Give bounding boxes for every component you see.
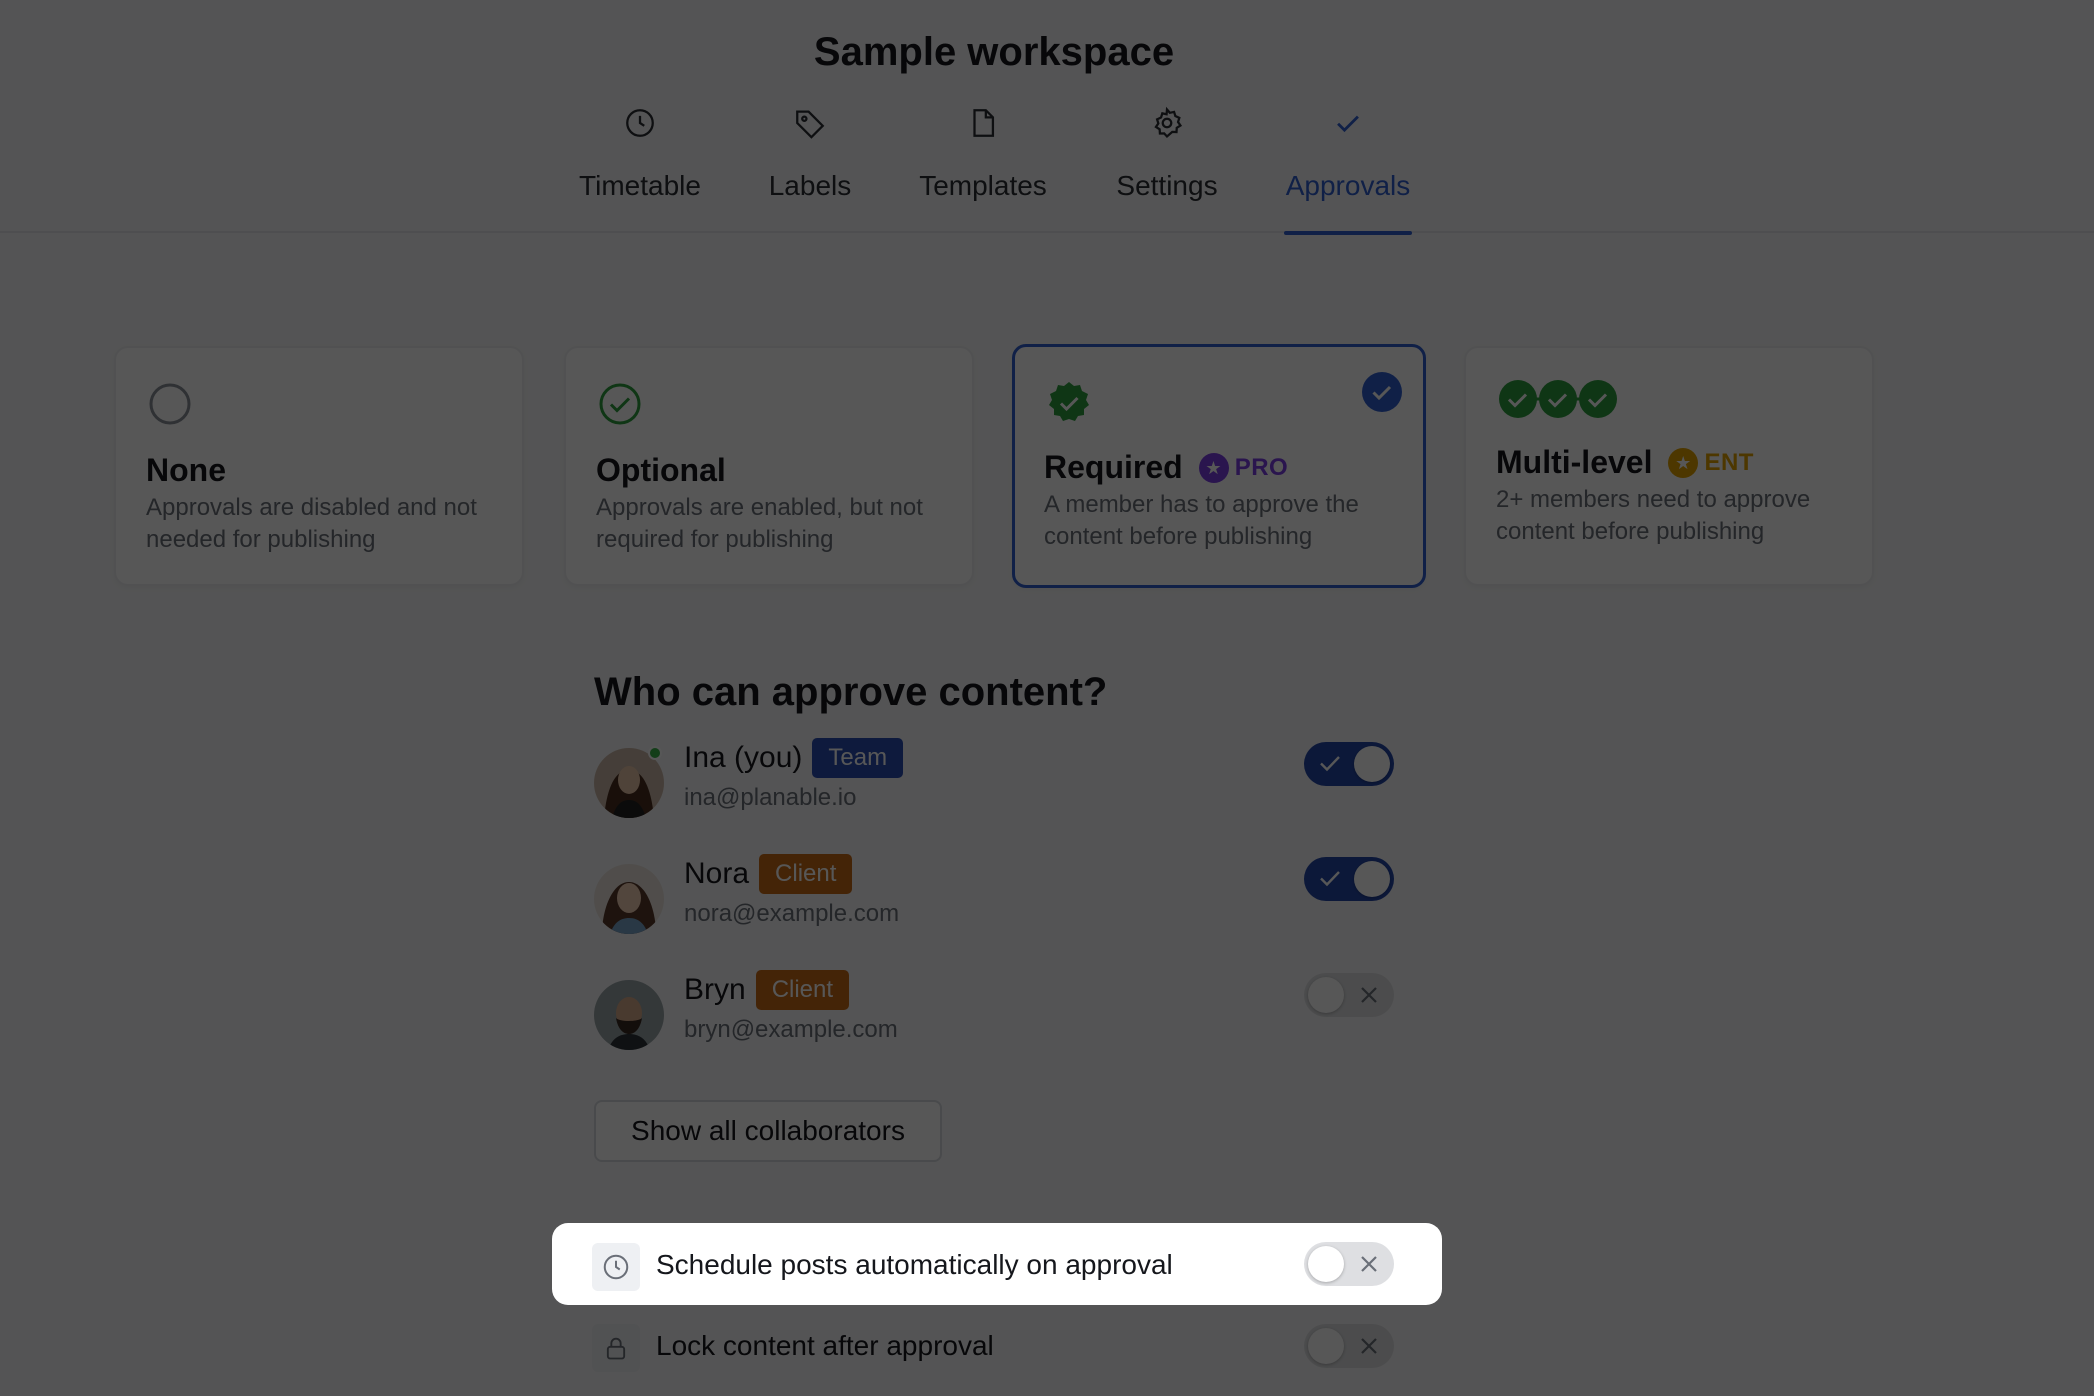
ent-badge: ★ ENT [1668,447,1754,478]
mode-title: Required [1044,449,1183,485]
approver-toggle-nora[interactable] [1304,857,1394,901]
toggle-knob [1308,1246,1344,1282]
check-icon [1337,115,1359,133]
member-name: Bryn [684,973,746,1006]
approval-mode-multi-level[interactable]: Multi-level ★ ENT 2+ members need to app… [1464,346,1874,586]
approval-mode-optional[interactable]: Optional Approvals are enabled, but not … [564,346,974,586]
avatar [594,980,664,1050]
online-status-dot [648,746,662,760]
mode-title: Multi-level [1496,444,1653,480]
file-icon [973,109,995,137]
schedule-on-approval-row[interactable]: Schedule posts automatically on approval [552,1223,1442,1305]
mode-description: 2+ members need to approve content befor… [1496,486,1811,545]
check-icon [1320,871,1340,887]
check-circle-icon [599,383,641,425]
clock-icon [592,1243,640,1291]
approver-toggle-bryn[interactable] [1304,973,1394,1017]
x-icon [1361,1338,1377,1354]
list-item: Bryn Client bryn@example.com [594,966,1394,1066]
setting-label: Lock content after approval [656,1330,994,1361]
approvers-title: Who can approve content? [594,670,1108,714]
member-name: Ina (you) [684,741,803,774]
verified-badge-icon [1049,382,1089,421]
role-badge: Team [812,738,904,778]
role-badge: Client [755,970,850,1010]
member-email: ina@planable.io [684,784,857,811]
tab-approvals[interactable]: Approvals [1284,100,1412,235]
check-icon [1320,756,1340,772]
lock-icon [592,1324,640,1372]
workspace-title: Sample workspace [813,30,1175,74]
mode-description: Approvals are disabled and not needed fo… [146,494,477,553]
member-name: Nora [684,857,750,890]
mode-title: Optional [596,452,726,488]
toggle-knob [1354,746,1390,782]
mode-description: Approvals are enabled, but not required … [596,494,923,553]
mode-title: None [146,452,226,488]
star-icon: ★ [1198,452,1229,483]
tab-timetable[interactable]: Timetable [575,100,705,233]
empty-circle-icon [149,383,191,425]
member-email: bryn@example.com [684,1016,898,1043]
star-icon: ★ [1668,447,1699,478]
avatar [594,864,664,934]
lock-content-toggle[interactable] [1304,1324,1394,1368]
toggle-knob [1308,977,1344,1013]
clock-icon [626,109,654,137]
list-item: Nora Client nora@example.com [594,850,1394,950]
selected-check-icon [1362,372,1402,412]
tab-settings[interactable]: Settings [1112,100,1222,233]
approver-toggle-ina[interactable] [1304,742,1394,786]
tag-icon [796,110,825,139]
tab-templates[interactable]: Templates [916,100,1050,233]
gear-icon [1154,106,1183,139]
setting-label: Schedule posts automatically on approval [656,1249,1173,1280]
schedule-on-approval-toggle[interactable] [1304,1242,1394,1286]
toggle-knob [1308,1328,1344,1364]
tab-labels[interactable]: Labels [766,100,854,233]
show-all-collaborators-button[interactable]: Show all collaborators [594,1100,942,1162]
toggle-knob [1354,861,1390,897]
approval-mode-required[interactable]: Required ★ PRO A member has to approve t… [1012,344,1426,588]
x-icon [1361,1256,1377,1272]
approval-mode-none[interactable]: None Approvals are disabled and not need… [114,346,524,586]
pro-badge: ★ PRO [1198,452,1289,483]
x-icon [1361,987,1377,1003]
member-email: nora@example.com [684,900,900,927]
mode-description: A member has to approve the content befo… [1044,491,1359,550]
list-item: Ina (you) Team ina@planable.io [594,734,1394,834]
multi-check-icon [1499,380,1617,418]
role-badge: Client [759,854,853,894]
tab-bar: Timetable Labels Templates Settings Appr… [0,100,2094,235]
